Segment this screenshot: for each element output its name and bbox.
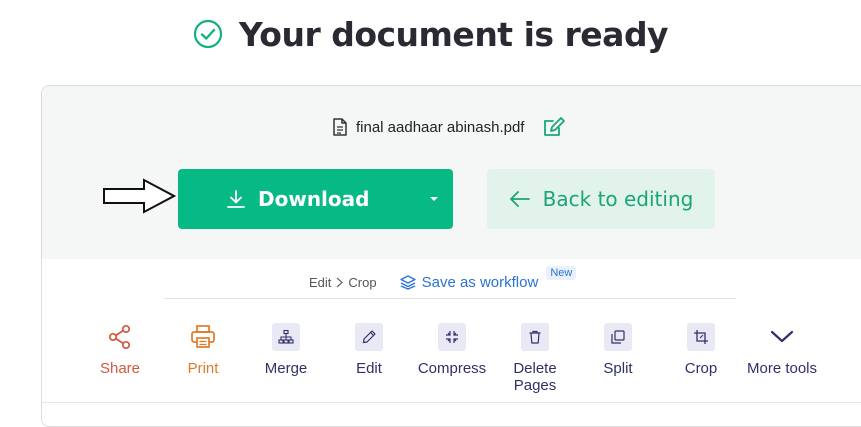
tool-split[interactable]: Split [577,323,659,377]
success-header: Your document is ready [0,12,861,56]
arrow-pointer-icon [103,178,176,214]
section-divider [164,298,736,299]
tool-label: Merge [264,360,308,377]
caret-down-icon [430,197,438,201]
tool-merge[interactable]: Merge [245,323,327,377]
download-icon [227,190,245,208]
layers-icon [399,275,416,290]
download-label: Download [258,187,370,211]
edit-pencil-icon[interactable] [542,116,566,138]
tool-label: More tools [746,360,818,377]
back-to-editing-button[interactable]: Back to editing [487,169,715,229]
tool-label: Delete Pages [513,360,557,394]
merge-icon [272,323,300,351]
tool-label: Edit [356,360,382,377]
result-card: final aadhaar abinash.pdf Download Back … [41,85,861,427]
back-label: Back to editing [542,187,694,211]
save-as-workflow-label: Save as workflow [421,273,539,291]
download-main[interactable]: Download [178,169,426,229]
compress-icon [438,323,466,351]
card-bottom-divider [42,402,861,403]
breadcrumb-step-edit: Edit [309,274,332,290]
file-icon [333,118,347,136]
breadcrumb: Edit Crop Save as workflow New [309,266,577,293]
check-circle-icon [193,19,223,49]
crop-icon [687,323,715,351]
tool-label: Crop [684,360,718,377]
tool-label: Print [187,360,219,377]
page-title: Your document is ready [238,14,669,54]
split-icon [604,323,632,351]
trash-icon [521,323,549,351]
download-button[interactable]: Download [178,169,453,229]
chevron-right-icon [337,277,344,287]
share-icon [106,323,134,351]
new-badge: New [546,266,577,280]
tool-label: Share [99,360,141,377]
tool-edit[interactable]: Edit [328,323,410,377]
tool-label: Split [603,360,633,377]
tool-delete-pages[interactable]: Delete Pages [494,323,576,394]
arrow-left-icon [509,191,530,207]
printer-icon [189,323,217,351]
breadcrumb-step-crop: Crop [348,274,377,290]
file-name: final aadhaar abinash.pdf [356,118,525,136]
file-name-row: final aadhaar abinash.pdf [332,114,566,140]
tool-compress[interactable]: Compress [411,323,493,377]
tool-print[interactable]: Print [162,323,244,377]
chevron-down-icon [768,323,796,351]
pencil-icon [355,323,383,351]
tool-label: Compress [417,360,487,377]
download-options-caret[interactable] [415,169,453,229]
tool-crop[interactable]: Crop [660,323,742,377]
save-as-workflow-link[interactable]: Save as workflow [399,273,539,291]
tool-more[interactable]: More tools [741,323,823,377]
tool-share[interactable]: Share [79,323,161,377]
